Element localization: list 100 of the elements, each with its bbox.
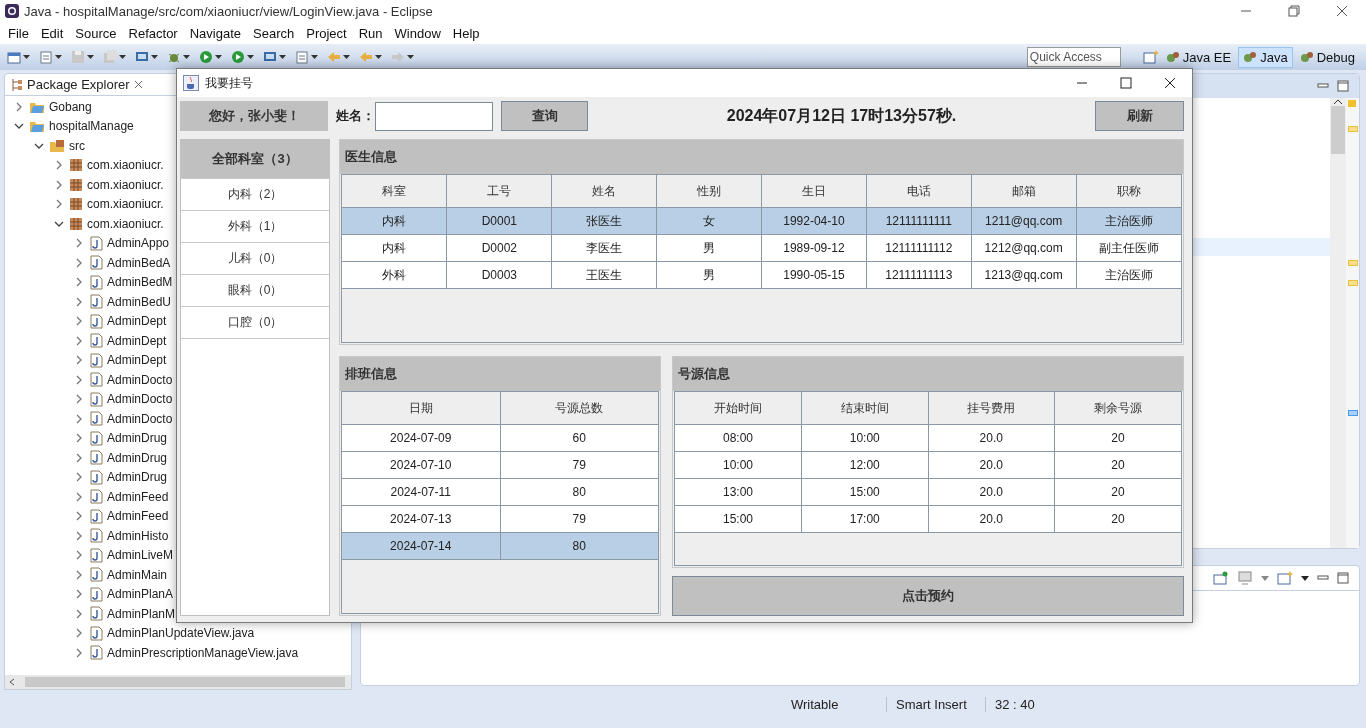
expand-chevron-icon[interactable] [75,628,83,639]
warning-marker[interactable] [1348,280,1358,286]
expand-chevron-icon[interactable] [75,277,83,288]
tree-item[interactable]: src [69,138,85,153]
perspective-tab[interactable]: Java [1238,46,1293,68]
menu-item[interactable]: Run [352,25,389,41]
tree-item[interactable]: AdminDrug [107,470,168,485]
dropdown-caret-icon[interactable] [87,55,94,59]
quick-access-field[interactable]: Quick Access [1026,47,1121,67]
column-header[interactable]: 结束时间 [801,392,928,425]
expand-chevron-icon[interactable] [75,472,83,483]
tree-item[interactable]: AdminDept [107,314,167,329]
vertical-scrollbar[interactable] [1330,98,1346,548]
dropdown-caret-icon[interactable] [55,55,62,59]
warning-marker[interactable] [1348,260,1358,266]
tree-item[interactable]: AdminMain [107,567,168,582]
close-icon[interactable] [1336,5,1348,17]
tree-item[interactable]: AdminBedA [107,255,171,270]
maximize-icon[interactable] [1337,572,1349,584]
open-perspective-icon[interactable] [1142,49,1159,65]
expand-chevron-icon[interactable] [75,394,83,405]
dropdown-caret-icon[interactable] [343,55,350,59]
expand-chevron-icon[interactable] [75,452,83,463]
department-item[interactable]: 全部科室（3） [181,140,329,179]
expand-chevron-icon[interactable] [75,238,83,249]
dropdown-caret-icon[interactable] [407,55,414,59]
expand-chevron-icon[interactable] [75,257,83,268]
dropdown-caret-icon[interactable] [23,55,30,59]
tree-item[interactable]: AdminLiveM [107,548,174,563]
expand-chevron-icon[interactable] [75,413,83,424]
tree-item[interactable]: AdminPlanA [107,587,174,602]
tree-item[interactable]: Gobang [49,99,92,114]
column-header[interactable]: 剩余号源 [1054,392,1181,425]
tree-item[interactable]: AdminDept [107,353,167,368]
scroll-up-icon[interactable] [1333,98,1343,106]
menu-item[interactable]: Window [388,25,447,41]
panel-tab[interactable]: Package Explorer [27,77,130,92]
tree-item[interactable]: AdminFeed [107,489,169,504]
expand-chevron-icon[interactable] [55,199,63,210]
column-header[interactable]: 开始时间 [675,392,802,425]
maximize-icon[interactable] [1120,77,1132,89]
query-button[interactable]: 查询 [501,101,588,131]
dropdown-caret-icon[interactable] [375,55,382,59]
dropdown-caret-icon[interactable] [215,55,222,59]
column-header[interactable]: 职称 [1076,175,1181,208]
expand-chevron-icon[interactable] [75,296,83,307]
dropdown-caret-icon[interactable] [1301,575,1309,581]
tree-item[interactable]: com.xiaoniucr. [87,158,164,173]
tree-item[interactable]: com.xiaoniucr. [87,197,164,212]
tree-item[interactable]: AdminPlanUpdateView.java [107,626,255,641]
dropdown-caret-icon[interactable] [183,55,190,59]
column-header[interactable]: 邮箱 [971,175,1077,208]
restore-icon[interactable] [1288,5,1300,17]
menu-item[interactable]: Edit [34,25,70,41]
expand-chevron-icon[interactable] [75,569,83,580]
tree-item[interactable]: AdminBedU [107,294,172,309]
book-button[interactable]: 点击预约 [672,576,1184,616]
menu-item[interactable]: Source [69,25,123,41]
perspective-tab[interactable]: Java EE [1160,46,1237,68]
tree-item[interactable]: AdminPrescriptionManageView.java [107,645,299,660]
expand-chevron-icon[interactable] [75,647,83,658]
horizontal-scrollbar[interactable] [5,675,351,689]
column-header[interactable]: 日期 [342,392,500,425]
minimize-icon[interactable] [1317,83,1329,89]
expand-chevron-icon[interactable] [15,101,23,112]
column-header[interactable]: 工号 [446,175,552,208]
tree-item[interactable]: AdminFeed [107,509,169,524]
menu-item[interactable]: File [2,25,35,41]
tree-item[interactable]: AdminDocto [107,411,173,426]
expand-chevron-icon[interactable] [75,589,83,600]
minimize-icon[interactable] [1317,575,1329,581]
column-header[interactable]: 姓名 [551,175,657,208]
close-icon[interactable] [1164,77,1176,89]
column-header[interactable]: 性别 [656,175,762,208]
expand-chevron-icon[interactable] [75,550,83,561]
menu-item[interactable]: Help [446,25,486,41]
expand-chevron-icon[interactable] [75,335,83,346]
expand-chevron-icon[interactable] [75,433,83,444]
expand-chevron-icon[interactable] [75,511,83,522]
tree-item[interactable]: AdminAppo [107,236,170,251]
name-input[interactable] [375,101,493,131]
menu-item[interactable]: Search [247,25,301,41]
tree-item[interactable]: AdminHisto [107,528,169,543]
run-icon[interactable] [230,49,246,65]
tree-item[interactable]: AdminDrug [107,450,168,465]
dropdown-caret-icon[interactable] [247,55,254,59]
menu-item[interactable]: Refactor [122,25,184,41]
warning-marker[interactable] [1348,100,1356,107]
tree-item[interactable]: com.xiaoniucr. [87,177,164,192]
info-marker[interactable] [1348,410,1358,416]
expand-chevron-icon[interactable] [75,491,83,502]
scrollbar-thumb[interactable] [1331,106,1345,154]
tree-item[interactable]: AdminDept [107,333,167,348]
expand-chevron-icon[interactable] [75,355,83,366]
tree-item[interactable]: com.xiaoniucr. [87,216,164,231]
dropdown-caret-icon[interactable] [279,55,286,59]
refresh-button[interactable]: 刷新 [1095,101,1184,131]
dropdown-caret-icon[interactable] [311,55,318,59]
run-icon[interactable] [198,49,214,65]
dropdown-caret-icon[interactable] [151,55,158,59]
